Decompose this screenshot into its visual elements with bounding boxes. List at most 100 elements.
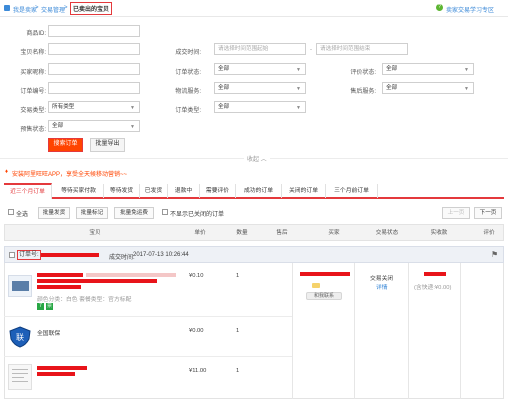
chevron-down-icon: ▼ <box>464 86 469 92</box>
redacted-title <box>37 366 87 370</box>
breadcrumb-section[interactable]: 交易管理 <box>41 5 65 14</box>
contact-buyer-button[interactable]: 和我联系 <box>306 292 342 300</box>
chevron-down-icon: ▼ <box>296 86 301 92</box>
order-no-label: 订单编号: <box>20 89 46 95</box>
order-status-select[interactable]: 全部 ▼ <box>214 63 306 75</box>
question-circle-icon: ? <box>436 4 443 11</box>
next-page-button[interactable]: 下一页 <box>474 207 502 219</box>
tab-older-orders[interactable]: 三个月前订单 <box>326 184 378 198</box>
document-thumbnail[interactable] <box>8 364 32 390</box>
review-status-select[interactable]: 全部 ▼ <box>382 63 474 75</box>
order-tabs: 近三个月订单 等待买家付款 等待发货 已发货 退款中 需要评价 成功的订单 关闭… <box>4 183 504 199</box>
column-review: 评价 <box>483 230 495 236</box>
divider <box>354 263 355 399</box>
tab-closed[interactable]: 关闭的订单 <box>282 184 326 198</box>
order-type-select[interactable]: 全部 ▼ <box>214 101 306 113</box>
doc-line <box>12 381 28 382</box>
doc-line <box>12 377 24 378</box>
logistics-select[interactable]: 全部 ▼ <box>214 82 306 94</box>
search-orders-button[interactable]: 搜索订单 <box>48 138 83 152</box>
collapse-toggle[interactable]: 收起 ︿ <box>244 154 270 163</box>
review-status-label: 评价状态: <box>350 70 376 76</box>
doc-line <box>12 369 28 370</box>
divider <box>4 356 292 357</box>
after-sale-select[interactable]: 全部 ▼ <box>382 82 474 94</box>
breadcrumb-current: 已卖出的宝贝 <box>70 2 113 15</box>
tab-recent-three-months[interactable]: 近三个月订单 <box>4 183 52 199</box>
presale-select[interactable]: 全部 ▼ <box>48 120 140 132</box>
home-icon <box>4 5 10 11</box>
trade-type-label: 交易类型: <box>20 108 46 114</box>
trade-type-value: 所有类型 <box>52 104 75 110</box>
tab-successful[interactable]: 成功的订单 <box>236 184 282 198</box>
tab-need-review[interactable]: 需要评价 <box>200 184 236 198</box>
divider <box>0 16 508 17</box>
created-time-label: 成交时间: <box>175 50 201 56</box>
order-header: 订单号: 成交时间: 2017-07-13 10:26:44 ⚑ <box>4 246 504 263</box>
product-thumbnail[interactable] <box>8 275 32 297</box>
chat-icon <box>312 283 320 288</box>
table-header: 宝贝 单价 数量 售后 买家 交易状态 实收款 评价 <box>4 224 504 241</box>
redacted-title <box>86 273 176 277</box>
breadcrumb-separator: > <box>35 5 39 11</box>
item-quantity: 1 <box>236 273 240 279</box>
bulk-mark-button[interactable]: 批量标记 <box>76 207 108 219</box>
breadcrumb-separator: > <box>64 5 68 11</box>
buyer-nick-label: 买家昵称: <box>20 70 46 76</box>
chevron-down-icon: ▼ <box>464 67 469 73</box>
after-sale-label: 售后服务: <box>350 89 376 95</box>
chevron-down-icon: ▼ <box>296 105 301 111</box>
order-detail-link[interactable]: 详情 <box>376 282 388 291</box>
tab-refunding[interactable]: 退款中 <box>168 184 200 198</box>
after-sale-value: 全部 <box>386 85 398 91</box>
column-received: 实收款 <box>430 230 448 236</box>
item-quantity: 1 <box>236 368 240 374</box>
order-type-label: 订单类型: <box>175 108 201 114</box>
select-all-checkbox[interactable] <box>8 209 14 215</box>
hide-closed-checkbox[interactable] <box>162 209 168 215</box>
order-time-value: 2017-07-13 10:26:44 <box>133 252 189 258</box>
item-price: ¥0.10 <box>189 273 204 279</box>
export-button[interactable]: 批量导出 <box>90 138 125 152</box>
trade-type-select[interactable]: 所有类型 ▼ <box>48 101 140 113</box>
chevron-down-icon: ▼ <box>130 105 135 111</box>
invoice-badge: 票 <box>46 303 53 310</box>
order-checkbox[interactable] <box>9 252 15 258</box>
tab-await-payment[interactable]: 等待买家付款 <box>54 184 104 198</box>
redacted-order-no <box>41 253 99 257</box>
tab-await-shipment[interactable]: 等待发货 <box>104 184 140 198</box>
shipping-note: (含快递:¥0.00) <box>414 285 452 291</box>
seven-day-return-badge: 7 <box>37 303 44 310</box>
time-end-input[interactable]: 请选择时间范围结束 <box>316 43 408 55</box>
column-quantity: 数量 <box>236 230 248 236</box>
tab-shipped[interactable]: 已发货 <box>140 184 168 198</box>
column-after-sale: 售后 <box>276 230 288 236</box>
breadcrumb-home[interactable]: 我是卖家 <box>13 5 37 14</box>
flag-icon[interactable]: ⚑ <box>491 250 498 259</box>
divider <box>4 316 292 317</box>
redacted-amount <box>424 272 446 276</box>
divider <box>292 263 293 399</box>
order-type-value: 全部 <box>218 104 230 110</box>
item-price: ¥0.00 <box>189 328 204 334</box>
laptop-image <box>12 281 29 291</box>
prev-page-button[interactable]: 上一页 <box>442 207 470 219</box>
warranty-name[interactable]: 全国联保 <box>37 328 60 337</box>
product-id-input[interactable] <box>48 25 140 37</box>
item-name-label: 宝贝名称: <box>20 50 46 56</box>
breadcrumb-bar: 我是卖家 > 交易管理 > 已卖出的宝贝 ? 卖家交易学习专区 <box>4 2 504 15</box>
hide-closed-label: 不显示已关闭的订单 <box>170 212 225 218</box>
redacted-title <box>37 273 83 277</box>
logistics-label: 物流服务: <box>175 89 201 95</box>
time-start-input[interactable]: 请选择时间范围起始 <box>214 43 306 55</box>
warranty-thumbnail[interactable]: 联 <box>8 326 32 348</box>
bulk-ship-button[interactable]: 批量发货 <box>38 207 70 219</box>
item-price: ¥11.00 <box>189 368 207 374</box>
logistics-value: 全部 <box>218 85 230 91</box>
promo-text[interactable]: 安装阿里旺旺APP，享受全天候移动营销~~ <box>12 169 127 178</box>
order-no-input[interactable] <box>48 82 140 94</box>
buyer-nick-input[interactable] <box>48 63 140 75</box>
help-link[interactable]: 卖家交易学习专区 <box>446 5 494 14</box>
bulk-free-shipping-button[interactable]: 批量免运费 <box>114 207 154 219</box>
item-name-input[interactable] <box>48 43 140 55</box>
